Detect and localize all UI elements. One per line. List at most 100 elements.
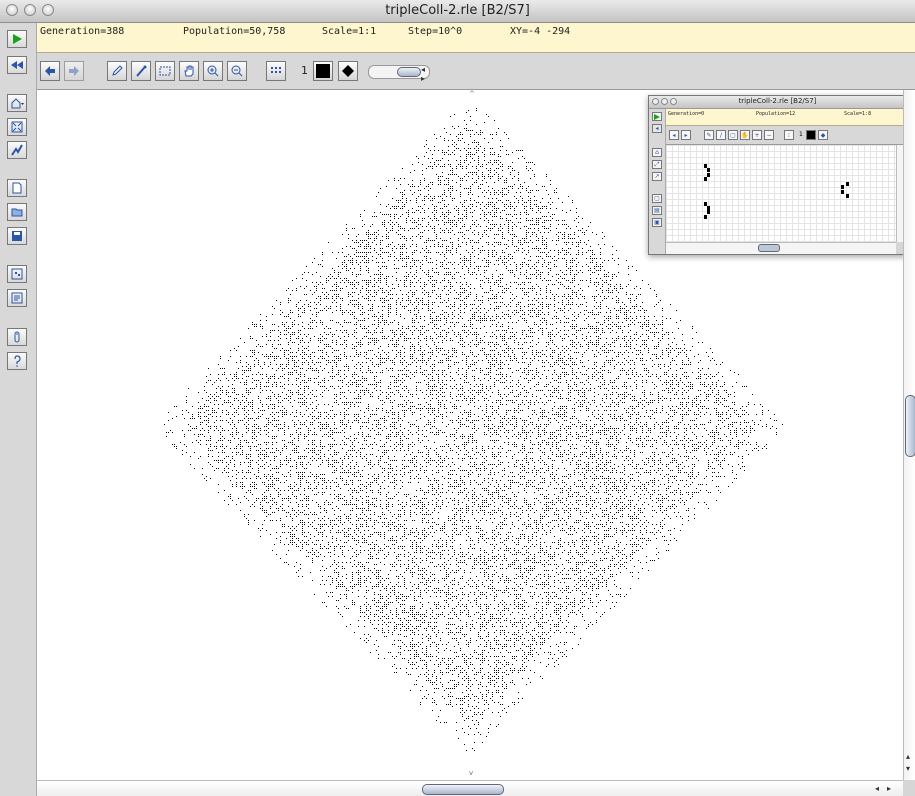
mini-cell: [841, 185, 844, 189]
mini-scale-readout: Scale=1:8: [844, 111, 872, 117]
window-title: tripleColl-2.rle [B2/S7]: [385, 3, 530, 18]
mini-pattern-window[interactable]: tripleColl-2.rle [B2/S7] ◂ ⌂ ⤢ ↗ ▢ ▤ ▣ G…: [648, 95, 903, 255]
horizontal-scroll-thumb[interactable]: [422, 784, 504, 795]
mini-redo-button[interactable]: ▸: [681, 130, 691, 140]
help-icon: [14, 355, 21, 367]
left-toolbar: [0, 23, 37, 796]
mini-select-button[interactable]: ▢: [728, 130, 738, 140]
mini-population-readout: Population=12: [756, 111, 796, 117]
select-tool-button[interactable]: [155, 61, 175, 81]
undo-button[interactable]: [40, 61, 60, 81]
redo-button[interactable]: [64, 61, 84, 81]
mini-grid-button[interactable]: ⁝: [784, 130, 794, 140]
scroll-down-arrow-icon[interactable]: ▾: [906, 764, 910, 773]
mini-horizontal-scrollbar[interactable]: [666, 242, 896, 254]
mini-timeline-button[interactable]: ↗: [652, 172, 662, 181]
back-arrow-icon: [45, 66, 55, 76]
mini-state-button[interactable]: [806, 130, 816, 140]
new-pattern-button[interactable]: [7, 179, 27, 197]
speed-slider[interactable]: ◂ ▸: [368, 65, 430, 83]
pencil-icon: [112, 65, 123, 76]
mini-status-bar: Generation=0 Population=12 Scale=1:8: [666, 109, 903, 126]
info-icon: [14, 331, 20, 343]
mini-new-button[interactable]: ▢: [652, 194, 662, 203]
xy-readout: XY=-4 -294: [510, 26, 571, 37]
diamond-icon: [342, 65, 354, 77]
toggle-grid-button[interactable]: [266, 61, 286, 81]
zoom-out-tool-button[interactable]: [227, 61, 247, 81]
mini-cell: [846, 194, 849, 198]
black-square-icon: [316, 64, 330, 78]
mini-open-menu-button[interactable]: ⌂: [652, 148, 662, 157]
folder-icon: [11, 208, 23, 217]
fit-pattern-button[interactable]: [7, 118, 27, 136]
show-patterns-button[interactable]: [7, 265, 27, 283]
save-pattern-button[interactable]: [7, 227, 27, 245]
mini-cell: [707, 210, 710, 214]
mini-reset-button[interactable]: ◂: [652, 124, 662, 133]
mini-fit-button[interactable]: ⤢: [652, 160, 662, 169]
rewind-icon: [11, 61, 23, 69]
vertical-scroll-thumb[interactable]: [905, 395, 915, 457]
scripts-icon: [11, 292, 23, 304]
mini-move-button[interactable]: ✋: [740, 130, 750, 140]
help-button[interactable]: [7, 352, 27, 370]
scroll-left-arrow-icon[interactable]: ◂: [875, 784, 879, 793]
mini-title-bar: tripleColl-2.rle [B2/S7]: [649, 96, 903, 109]
move-tool-button[interactable]: [179, 61, 199, 81]
home-icon: [11, 98, 24, 109]
show-info-button[interactable]: [7, 328, 27, 346]
vertical-scrollbar[interactable]: ▴ ▾: [903, 90, 915, 780]
mini-pattern-grid[interactable]: [666, 145, 896, 242]
mini-vertical-scrollbar[interactable]: [896, 145, 903, 242]
mini-hscroll-thumb[interactable]: [758, 244, 780, 252]
golly-window: tripleColl-2.rle [B2/S7] Generation=388 …: [0, 0, 915, 796]
reset-button[interactable]: [7, 56, 27, 74]
mini-generation-readout: Generation=0: [668, 111, 705, 117]
mini-window-title: tripleColl-2.rle [B2/S7]: [738, 97, 817, 105]
mini-play-button[interactable]: [652, 112, 662, 121]
start-generating-button[interactable]: [7, 30, 27, 48]
mini-open-button[interactable]: ▤: [652, 206, 662, 215]
new-document-icon: [12, 182, 22, 194]
mini-pick-button[interactable]: /: [716, 130, 726, 140]
mini-pencil-button[interactable]: ✎: [704, 130, 714, 140]
pick-tool-button[interactable]: [131, 61, 151, 81]
forward-arrow-icon: [69, 66, 79, 76]
show-scripts-button[interactable]: [7, 289, 27, 307]
layer-number: 1: [301, 64, 308, 77]
pattern-viewport[interactable]: ^ v tripleColl-2.rle [B2/S7] ◂ ⌂ ⤢ ↗ ▢ ▤…: [37, 90, 903, 780]
state-menu-button[interactable]: [338, 61, 358, 81]
speed-slider-thumb[interactable]: [397, 67, 421, 77]
mini-zoom-out-button[interactable]: −: [764, 130, 774, 140]
open-pattern-button[interactable]: [7, 203, 27, 221]
mini-zoom-in-button[interactable]: +: [752, 130, 762, 140]
mini-cell: [707, 173, 710, 177]
hand-icon: [184, 65, 194, 77]
draw-tool-button[interactable]: [107, 61, 127, 81]
generation-readout: Generation=388: [40, 26, 125, 37]
edit-toolbar: 1 ◂ ▸: [37, 53, 915, 90]
scroll-up-arrow-icon[interactable]: ▴: [906, 752, 910, 761]
mini-edit-toolbar: ◂ ▸ ✎ / ▢ ✋ + − ⁝ 1 ◆: [666, 126, 903, 145]
mini-state-menu-button[interactable]: ◆: [818, 130, 828, 140]
patterns-icon: [11, 268, 23, 280]
mini-undo-button[interactable]: ◂: [669, 130, 679, 140]
draw-state-button[interactable]: [313, 61, 333, 81]
mini-save-button[interactable]: ▣: [652, 218, 662, 227]
bottom-marker-icon: v: [469, 769, 473, 777]
title-bar: tripleColl-2.rle [B2/S7]: [0, 0, 915, 23]
save-icon: [12, 231, 22, 241]
horizontal-scrollbar[interactable]: ◂ ▸: [37, 780, 903, 796]
population-readout: Population=50,758: [183, 26, 286, 37]
scroll-right-arrow-icon[interactable]: ▸: [887, 784, 891, 793]
open-pattern-menu-button[interactable]: [7, 94, 27, 112]
zoom-in-tool-button[interactable]: [203, 61, 223, 81]
mini-cell: [846, 182, 849, 186]
zoom-in-icon: [207, 65, 219, 77]
mini-cell: [707, 168, 710, 172]
slider-arrows-icon[interactable]: ◂ ▸: [421, 65, 429, 83]
show-timeline-button[interactable]: [7, 141, 27, 159]
fit-icon: [11, 121, 23, 133]
mini-cell: [841, 190, 844, 194]
